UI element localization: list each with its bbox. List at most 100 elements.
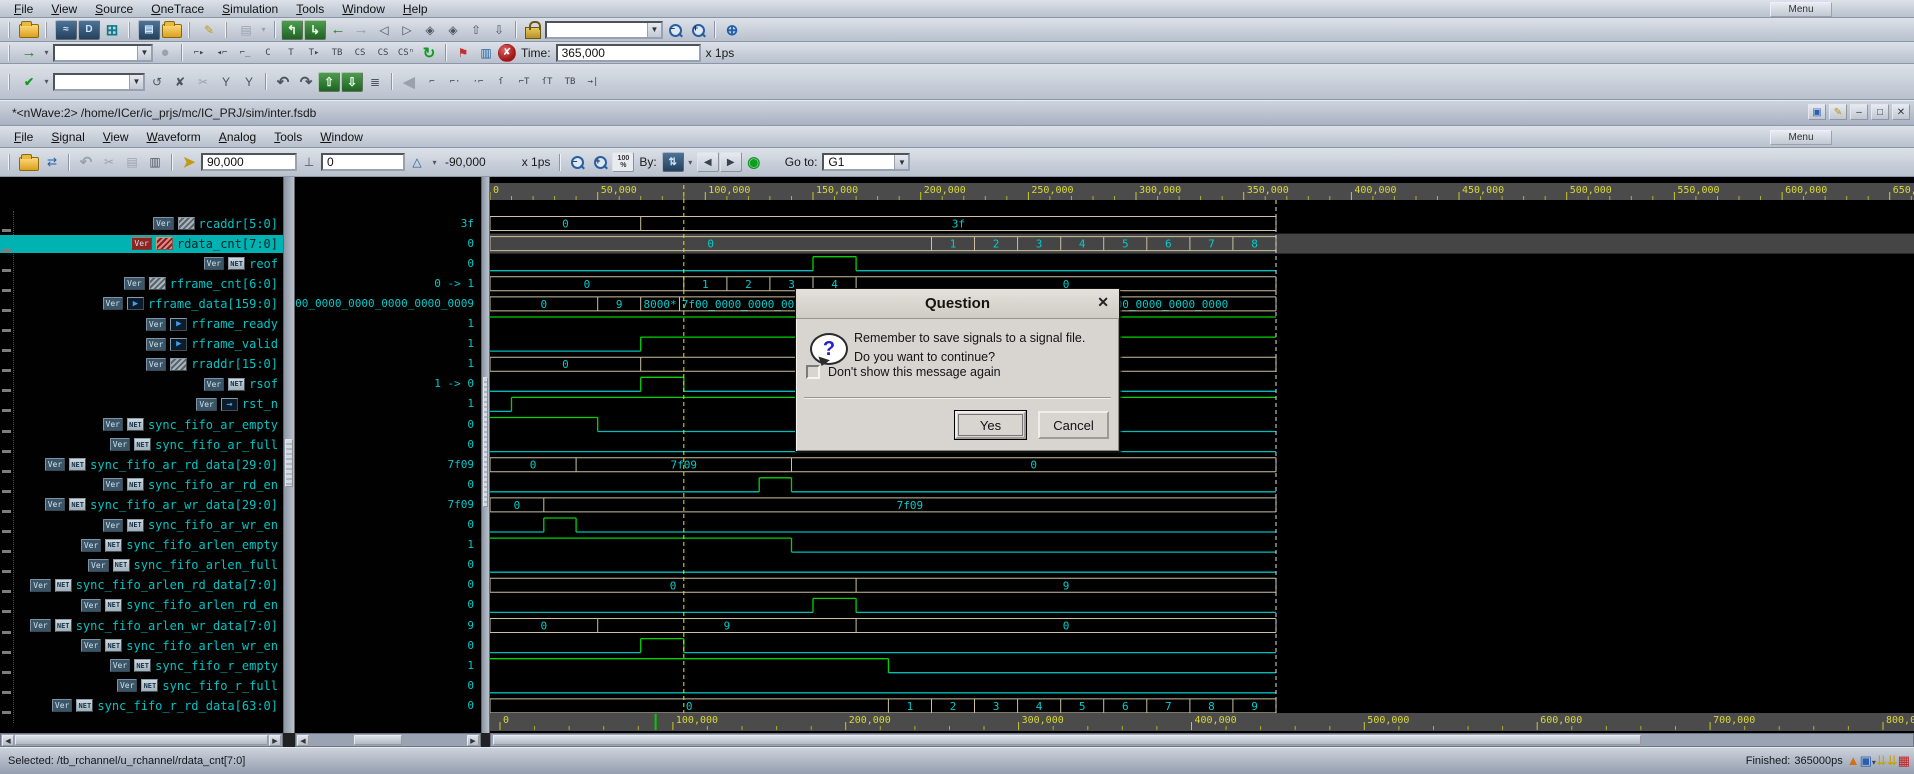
signal-row-rcaddr[interactable]: Verrcaddr[5:0] [0,215,283,233]
edge-last-button[interactable]: →| [582,72,604,92]
signal-row-sync_fifo_r_empty[interactable]: VerNETsync_fifo_r_empty [0,657,283,675]
zoom-out-button[interactable]: – [566,152,588,172]
edge-fall-button[interactable]: ·⌐ [467,72,489,92]
signal-row-reof[interactable]: VerNETreof [0,255,283,273]
minimize-button[interactable]: – [1850,104,1868,120]
name-pane-scrollbar[interactable] [283,177,295,733]
signal-row-rframe_data[interactable]: Ver▶rframe_data[159:0] [0,295,283,313]
stop-search-button[interactable]: ● [154,43,176,63]
window-tool-capture-icon[interactable]: ▣ [1808,104,1826,120]
dont-show-checkbox[interactable] [806,365,820,379]
page-prev-button[interactable]: ◀ [697,152,719,172]
signal-row-sync_fifo_ar_full[interactable]: VerNETsync_fifo_ar_full [0,436,283,454]
signal-name-pane[interactable]: Verrcaddr[5:0]Verrdata_cnt[7:0]VerNETreo… [0,177,283,733]
signal-row-sync_fifo_r_rd_data[interactable]: VerNETsync_fifo_r_rd_data[63:0] [0,697,283,715]
new-register-window-button[interactable]: D [78,20,100,40]
dump2-icon[interactable]: ⇊ [1887,753,1898,768]
next-marker-button[interactable]: ↳ [304,20,326,40]
prev-marker-button[interactable]: ↰ [281,20,303,40]
value-pane-scrollbar[interactable] [481,177,490,733]
search-next-button[interactable]: + [687,20,709,40]
signal-row-sync_fifo_arlen_wr_data[interactable]: VerNETsync_fifo_arlen_wr_data[7:0] [0,617,283,635]
search-t-next-button[interactable]: T▸ [303,43,325,63]
delta-button[interactable]: △ [406,152,428,172]
nav-back-button[interactable]: ← [327,20,349,40]
signal-row-sync_fifo_ar_wr_en[interactable]: VerNETsync_fifo_ar_wr_en [0,516,283,534]
main-menu-overflow-button[interactable]: Menu [1770,2,1832,17]
signal-group-combo[interactable]: ▼ [53,73,145,91]
cut-signal-button[interactable]: ✂ [192,72,214,92]
close-button[interactable]: ✕ [1892,104,1910,120]
diamond-up-button[interactable]: ◈ [419,20,441,40]
name-hscrollbar[interactable]: ◀ ▶ [0,733,283,747]
open-session-button[interactable] [161,20,183,40]
move-up-button[interactable]: ⇧ [318,72,340,92]
edge-rise2-button[interactable]: ⌐· [444,72,466,92]
search-value-combo-caret-icon[interactable]: ▼ [137,46,151,60]
cursor-time-input[interactable]: 90,000 [201,153,297,171]
undo-button[interactable]: ↶ [272,72,294,92]
capture-window-icon[interactable]: ▣ [1860,753,1872,768]
paste-button[interactable]: ▥ [144,152,166,172]
menu-item-view[interactable]: View [43,1,85,17]
console-button[interactable]: ▤ [138,20,160,40]
signal-row-sync_fifo_r_full[interactable]: VerNETsync_fifo_r_full [0,677,283,695]
open-database-button[interactable] [18,20,40,40]
edit-source-button[interactable]: ✎ [198,20,220,40]
merge-bus-button[interactable]: Y [238,72,260,92]
signal-row-sync_fifo_arlen_rd_en[interactable]: VerNETsync_fifo_arlen_rd_en [0,596,283,614]
nwave-menu-overflow-button[interactable]: Menu [1770,130,1832,145]
diamond-down-button[interactable]: ◈ [442,20,464,40]
go-search-button[interactable]: → [18,43,40,63]
hierarchy-button[interactable]: ⊞ [101,20,123,40]
signal-row-rst_n[interactable]: Ver→rst_n [0,395,283,413]
edge-ft2-button[interactable]: ſT [536,72,558,92]
edge-tb-button[interactable]: TB [559,72,581,92]
wave-hscrollbar[interactable] [490,733,1914,747]
reload-signal-button[interactable]: ↺ [146,72,168,92]
search-cs-button[interactable]: CS [349,43,371,63]
layer-down-button[interactable]: ⇩ [488,20,510,40]
undo-edit-button[interactable]: ↶ [75,152,97,172]
next-load-button[interactable]: ▷ [396,20,418,40]
signal-row-rraddr[interactable]: Verrraddr[15:0] [0,355,283,373]
prev-transition-button[interactable]: ◂⌐ [211,43,233,63]
jump-start-button[interactable]: ◀ [398,72,420,92]
export-doc-button[interactable]: ▥ [475,43,497,63]
search-text-combo[interactable]: ▼ [545,21,663,39]
apply-signal-button[interactable]: ✔ [18,72,40,92]
yes-button[interactable]: Yes [955,411,1026,439]
signal-value-pane[interactable]: 3f000 -> 10000_0000_0000_0000_0000_00091… [295,177,481,733]
nav-forward-button[interactable]: → [350,20,372,40]
waveform-canvas[interactable]: 050,000100,000150,000200,000250,000300,0… [490,177,1914,733]
open-file-button[interactable] [18,152,40,172]
search-tb-button[interactable]: TB [326,43,348,63]
cancel-button[interactable]: Cancel [1038,411,1109,439]
marker-tool-button[interactable]: ⊥ [298,152,320,172]
delete-all-button[interactable]: ✘ [498,44,516,62]
move-down-button[interactable]: ⇩ [341,72,363,92]
menu-item-source[interactable]: Source [87,1,141,17]
apply-signal-caret[interactable]: ▾ [41,72,52,92]
new-waveform-button[interactable]: ≈ [55,20,77,40]
page-next-button[interactable]: ▶ [720,152,742,172]
zoom-100-button[interactable]: 100% [612,152,634,172]
signal-row-rsof[interactable]: VerNETrsof [0,375,283,393]
search-value-combo[interactable]: ▼ [53,44,153,62]
nwave-titlebar[interactable]: *<nWave:2> /home/ICer/ic_prjs/mc/IC_PRJ/… [0,100,1914,126]
menu-item-help[interactable]: Help [395,1,436,17]
go-search-caret[interactable]: ▾ [41,43,52,63]
signal-row-sync_fifo_ar_rd_data[interactable]: VerNETsync_fifo_ar_rd_data[29:0] [0,456,283,474]
signal-row-sync_fifo_arlen_rd_data[interactable]: VerNETsync_fifo_arlen_rd_data[7:0] [0,576,283,594]
menu-item-tools[interactable]: Tools [288,1,332,17]
refresh-button[interactable]: ↻ [418,43,440,63]
goto-combo-caret-icon[interactable]: ▼ [894,155,908,169]
layer-up-button[interactable]: ⇧ [465,20,487,40]
zoom-in-button[interactable]: + [589,152,611,172]
by-mode-caret[interactable]: ▾ [685,152,696,172]
signal-row-rframe_cnt[interactable]: Verrframe_cnt[6:0] [0,275,283,293]
copy-page-caret[interactable]: ▾ [258,20,269,40]
prev-driver-button[interactable]: ◁ [373,20,395,40]
menu-item-analog[interactable]: Analog [211,129,264,145]
next-transition-button[interactable]: ⌐▸ [188,43,210,63]
